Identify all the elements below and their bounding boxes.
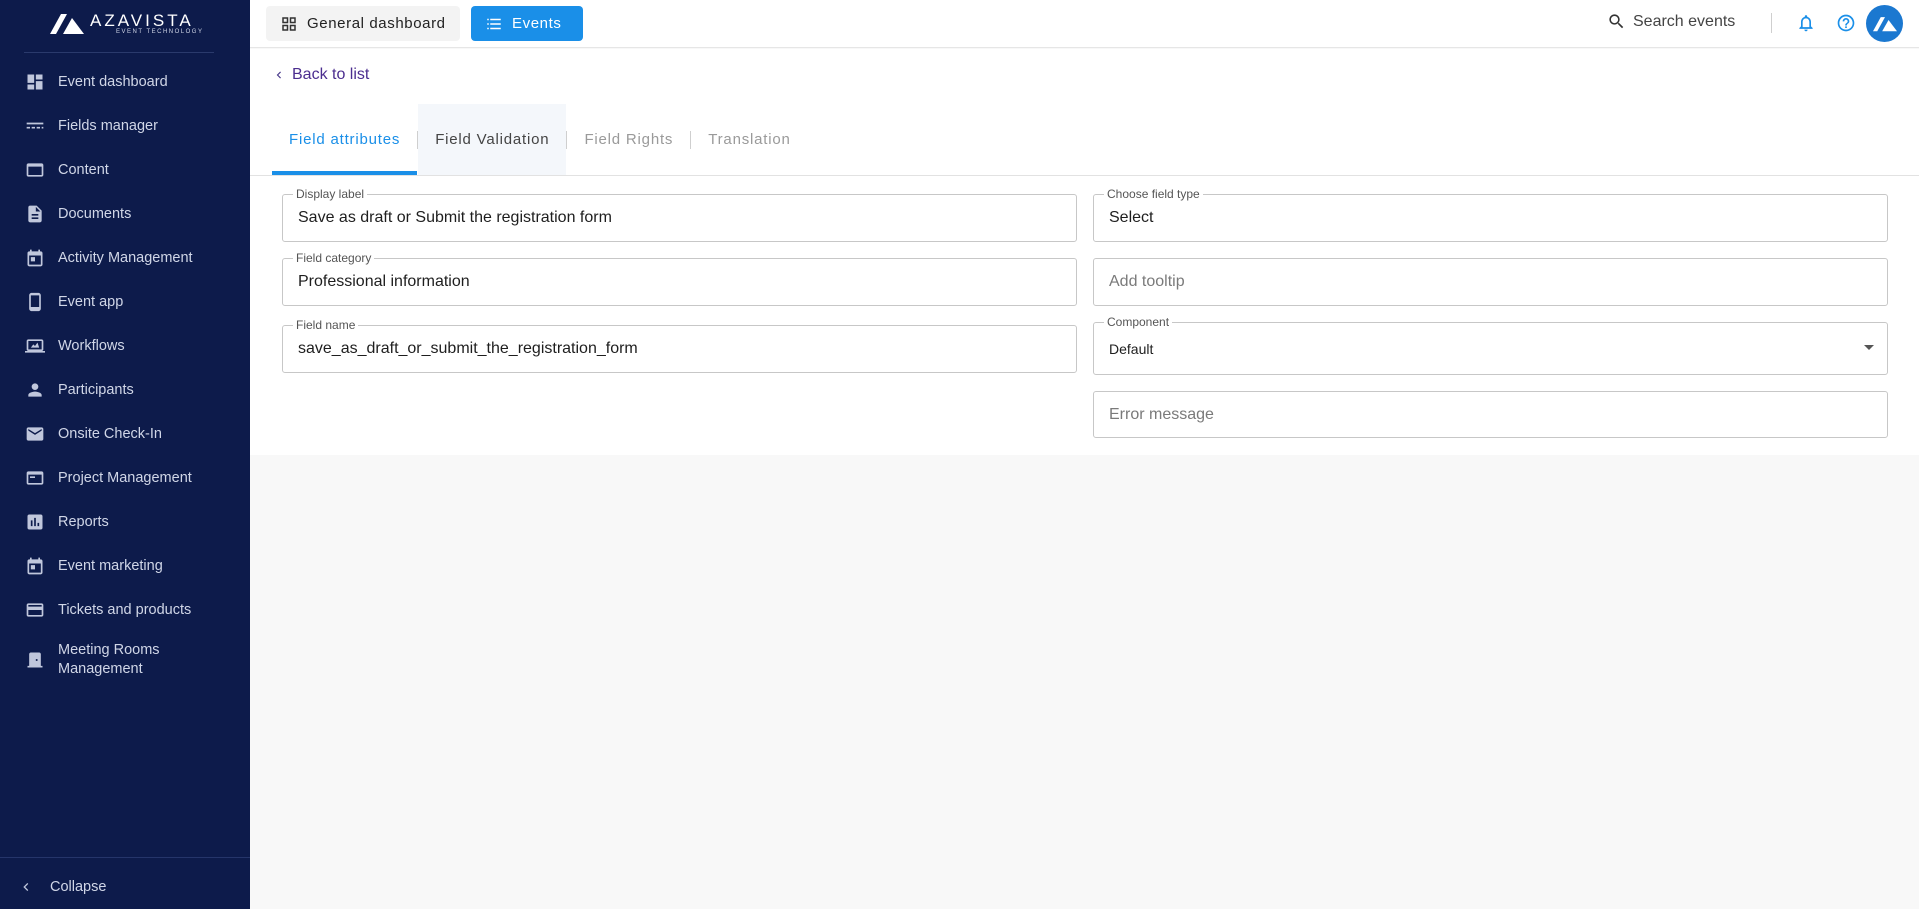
- collapse-button[interactable]: Collapse: [18, 879, 106, 895]
- browser-icon: [25, 468, 45, 488]
- tab-field-attributes[interactable]: Field attributes: [272, 104, 418, 175]
- field-category-value: Professional information: [298, 273, 470, 290]
- events-button[interactable]: Events: [471, 6, 583, 41]
- chevron-left-icon: [276, 71, 281, 79]
- workflow-icon: [25, 336, 45, 356]
- tab-translation[interactable]: Translation: [691, 104, 807, 175]
- collapse-label: Collapse: [50, 879, 107, 895]
- top-bar: General dashboard Events Search events: [250, 0, 1919, 48]
- sidebar-item-label: Event marketing: [58, 557, 163, 574]
- sidebar-item-label: Onsite Check-In: [58, 425, 162, 442]
- back-to-list-label: Back to list: [292, 66, 370, 83]
- sidebar-item-label: Event app: [58, 293, 124, 310]
- sidebar-item-label: Content: [58, 161, 109, 178]
- bell-icon: [1799, 15, 1813, 32]
- azavista-avatar-icon: [1872, 17, 1897, 32]
- sidebar-item-label: Tickets and products: [58, 601, 192, 618]
- sidebar-item-label: Project Management: [58, 469, 192, 486]
- calendar-icon: [25, 248, 45, 268]
- help-icon: [1837, 14, 1855, 32]
- sidebar-item-label: Reports: [58, 513, 109, 530]
- sidebar-item-reports[interactable]: Reports: [0, 500, 250, 544]
- component-select[interactable]: Component Default: [1093, 315, 1888, 375]
- card-icon: [25, 600, 45, 620]
- error-message-placeholder: Error message: [1109, 405, 1214, 423]
- azavista-logo[interactable]: AZAVISTA EVENT TECHNOLOGY: [50, 10, 204, 38]
- general-dashboard-button[interactable]: General dashboard: [266, 6, 460, 41]
- sidebar-item-label: Workflows: [58, 337, 125, 354]
- error-message-input[interactable]: Error message: [1093, 391, 1888, 438]
- events-label: Events: [512, 15, 562, 32]
- search-events-label: Search events: [1633, 12, 1736, 30]
- dropdown-arrow-icon: [1864, 345, 1874, 350]
- brand-name: AZAVISTA: [90, 11, 194, 30]
- sidebar-divider: [24, 52, 214, 53]
- choose-field-type-value: Select: [1109, 209, 1154, 226]
- azavista-logo-icon: [50, 14, 84, 34]
- display-label-field[interactable]: Display label Save as draft or Submit th…: [282, 187, 1077, 242]
- help-button[interactable]: [1836, 13, 1856, 33]
- sidebar-item-workflows[interactable]: Workflows: [0, 324, 250, 368]
- list-icon: [487, 18, 501, 29]
- door-icon: [25, 650, 45, 670]
- sidebar-item-event-marketing[interactable]: Event marketing: [0, 544, 250, 588]
- sidebar-item-fields-manager[interactable]: Fields manager: [0, 104, 250, 148]
- display-label-value: Save as draft or Submit the registration…: [298, 209, 612, 226]
- notifications-button[interactable]: [1796, 13, 1816, 33]
- brand-tagline: EVENT TECHNOLOGY: [116, 29, 204, 35]
- sidebar: AZAVISTA EVENT TECHNOLOGY Event dashboar…: [0, 0, 250, 909]
- sidebar-item-event-app[interactable]: Event app: [0, 280, 250, 324]
- mail-icon: [25, 424, 45, 444]
- sidebar-nav: Event dashboard Fields manager Content D…: [0, 60, 250, 688]
- grid-icon: [282, 16, 296, 31]
- field-tabs: Field attributes Field Validation Field …: [272, 104, 808, 175]
- sidebar-item-label: Participants: [58, 381, 134, 398]
- collapse-divider: [0, 857, 250, 858]
- sidebar-item-label: Fields manager: [58, 117, 158, 134]
- sidebar-item-event-dashboard[interactable]: Event dashboard: [0, 60, 250, 104]
- sidebar-item-label: Event dashboard: [58, 73, 168, 90]
- user-avatar[interactable]: [1866, 5, 1903, 42]
- field-name-value: save_as_draft_or_submit_the_registration…: [298, 340, 638, 357]
- sidebar-item-project-management[interactable]: Project Management: [0, 456, 250, 500]
- field-category-field[interactable]: Field category Professional information: [282, 251, 1077, 306]
- sidebar-item-activity-management[interactable]: Activity Management: [0, 236, 250, 280]
- fields-icon: [25, 116, 45, 136]
- calendar-icon: [25, 556, 45, 576]
- document-icon: [25, 204, 45, 224]
- sidebar-item-participants[interactable]: Participants: [0, 368, 250, 412]
- sidebar-item-label: Documents: [58, 205, 132, 222]
- sidebar-item-content[interactable]: Content: [0, 148, 250, 192]
- sidebar-item-meeting-rooms-management[interactable]: Meeting Rooms Management: [0, 632, 250, 688]
- general-dashboard-label: General dashboard: [307, 15, 446, 32]
- chevron-left-icon: [23, 883, 29, 891]
- sidebar-item-tickets-and-products[interactable]: Tickets and products: [0, 588, 250, 632]
- choose-field-type-field[interactable]: Choose field type Select: [1093, 187, 1888, 242]
- field-editor: Back to list Field attributes Field Vali…: [250, 49, 1919, 455]
- topbar-divider: [1771, 13, 1772, 33]
- field-name-field[interactable]: Field name save_as_draft_or_submit_the_r…: [282, 318, 1077, 373]
- dashboard-icon: [25, 72, 45, 92]
- sidebar-item-label: Meeting Rooms Management: [58, 642, 160, 677]
- tooltip-input[interactable]: Add tooltip: [1093, 258, 1888, 306]
- tab-field-validation[interactable]: Field Validation: [418, 104, 567, 175]
- back-to-list-link[interactable]: Back to list: [272, 66, 369, 84]
- sidebar-item-documents[interactable]: Documents: [0, 192, 250, 236]
- tooltip-placeholder: Add tooltip: [1109, 273, 1185, 290]
- search-events-button[interactable]: Search events: [1607, 12, 1735, 31]
- tab-field-rights[interactable]: Field Rights: [567, 104, 690, 175]
- content-icon: [25, 160, 45, 180]
- sidebar-item-label: Activity Management: [58, 249, 193, 266]
- search-icon: [1609, 14, 1624, 29]
- tabs-divider: [250, 175, 1919, 176]
- sidebar-item-onsite-check-in[interactable]: Onsite Check-In: [0, 412, 250, 456]
- person-icon: [25, 380, 45, 400]
- chart-icon: [25, 512, 45, 532]
- phone-icon: [25, 292, 45, 312]
- component-value: Default: [1109, 340, 1154, 357]
